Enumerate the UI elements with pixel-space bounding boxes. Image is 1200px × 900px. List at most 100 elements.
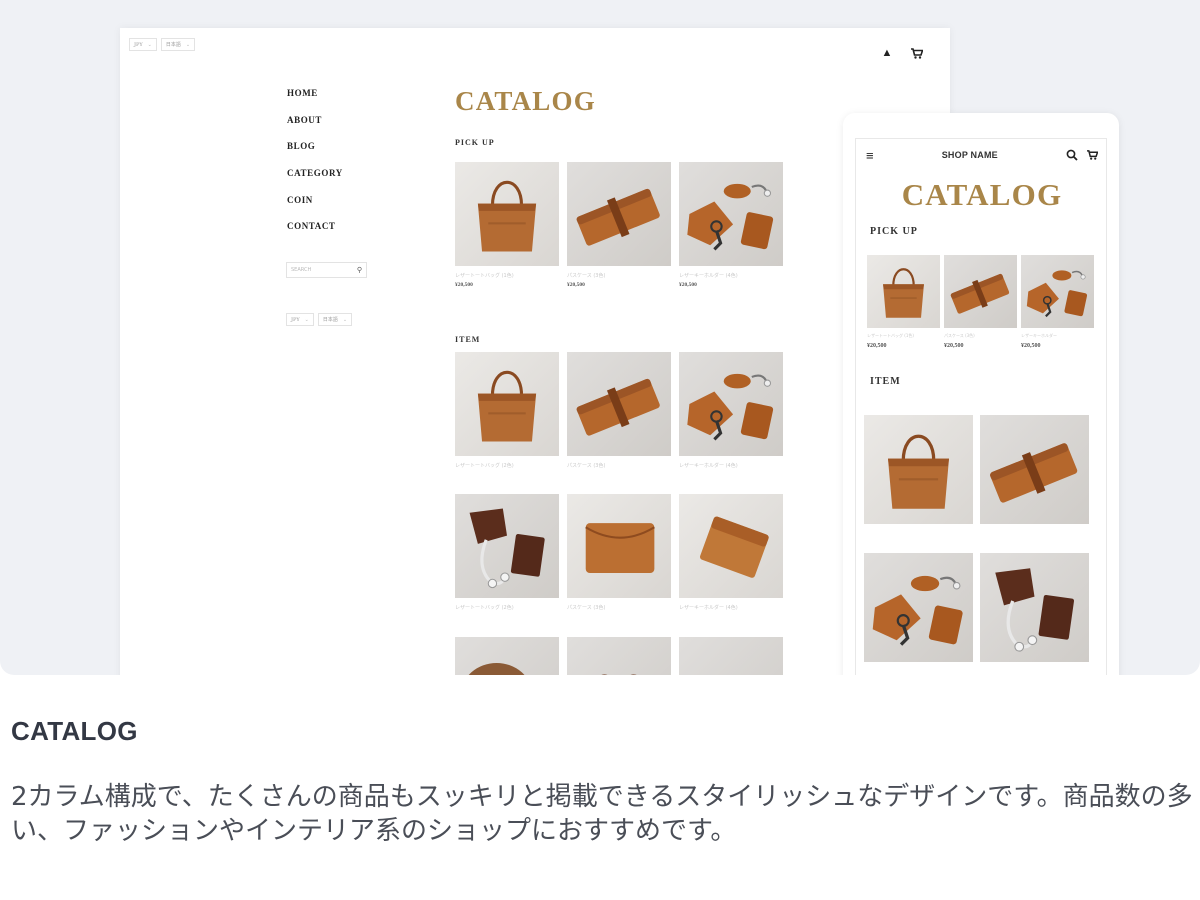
nav-coin[interactable]: COIN <box>287 195 343 222</box>
sidebar-selects: JPY ⌄ 日本語 ⌄ <box>286 313 353 326</box>
product-price: ¥20,500 <box>944 343 964 349</box>
nav-contact[interactable]: CONTACT <box>287 221 343 248</box>
product-image-cord-case[interactable] <box>980 553 1089 662</box>
desktop-mockup: JPY ⌄ 日本語 ⌄ ▲ HOME ABOUT BLOG CATEGORY COI… <box>120 28 950 675</box>
item-grid-row-1: レザートートバッグ (2色) パスケース (3色) レザーキーホルダー (4色) <box>455 352 783 470</box>
pickup-heading: PICK UP <box>455 138 495 147</box>
menu-icon[interactable]: ≡ <box>866 148 874 163</box>
cart-icon[interactable] <box>906 42 928 64</box>
currency-select[interactable]: JPY ⌄ <box>129 38 157 51</box>
mobile-pickup-heading: PICK UP <box>870 226 918 237</box>
product-image-wallet[interactable] <box>567 494 671 598</box>
product-price: ¥20,500 <box>455 282 473 288</box>
product-price: ¥20,500 <box>567 282 585 288</box>
mobile-item-heading: ITEM <box>870 376 901 387</box>
page-title: CATALOG <box>455 86 596 116</box>
sidebar-currency-select[interactable]: JPY ⌄ <box>286 313 314 326</box>
user-icon[interactable]: ▲ <box>876 42 898 64</box>
product-price: ¥20,500 <box>867 343 887 349</box>
product-card[interactable]: レザーキーホルダー ¥20,500 <box>1021 255 1094 349</box>
mobile-pickup-grid: レザートートバッグ (1色) ¥20,500 パスケース (3色) ¥20,50… <box>867 255 1094 349</box>
product-image-roll-case[interactable] <box>567 162 671 266</box>
product-name[interactable]: パスケース (3色) <box>944 333 1017 339</box>
product-name[interactable]: レザーキーホルダー (4色) <box>679 604 783 612</box>
product-card[interactable]: レザートートバッグ (2色) <box>455 352 559 470</box>
product-image-roll-case[interactable] <box>567 352 671 456</box>
product-card[interactable]: レザートートバッグ (1色) ¥20,500 <box>455 162 559 288</box>
product-image-tote-bag[interactable] <box>455 352 559 456</box>
chevron-down-icon: ⌄ <box>185 41 191 48</box>
desktop-nav: HOME ABOUT BLOG CATEGORY COIN CONTACT <box>287 88 343 248</box>
item-grid-row-3 <box>455 637 783 675</box>
product-image-key-holder[interactable] <box>1021 255 1094 328</box>
header-selects: JPY ⌄ 日本語 ⌄ <box>129 38 196 51</box>
mobile-header-icons <box>1066 149 1098 161</box>
product-image-cord-case[interactable] <box>455 494 559 598</box>
product-card[interactable]: パスケース (3色) <box>567 352 671 470</box>
product-name[interactable]: レザートートバッグ (2色) <box>455 462 559 470</box>
product-image-card-case[interactable] <box>679 494 783 598</box>
product-image-tote-bag[interactable] <box>455 162 559 266</box>
product-image-tote-bag[interactable] <box>867 255 940 328</box>
product-name[interactable]: レザートートバッグ (1色) <box>867 333 940 339</box>
product-name[interactable]: パスケース (3色) <box>567 462 671 470</box>
item-heading: ITEM <box>455 335 481 344</box>
search-icon[interactable] <box>1066 149 1078 161</box>
product-image-tray[interactable] <box>679 637 783 675</box>
product-image-key-holder[interactable] <box>679 162 783 266</box>
cart-icon[interactable] <box>1087 150 1098 160</box>
product-card[interactable]: レザートートバッグ (2色) <box>455 494 559 612</box>
language-select[interactable]: 日本語 ⌄ <box>160 38 196 51</box>
product-name[interactable]: レザーキーホルダー (4色) <box>679 272 783 280</box>
mobile-page-title: CATALOG <box>901 177 1063 212</box>
product-name[interactable]: レザーキーホルダー (4色) <box>679 462 783 470</box>
currency-select-value: JPY <box>134 41 143 48</box>
template-description: 2カラム構成で、たくさんの商品もスッキリと掲載できるスタイリッシュなデザインです… <box>11 782 1193 846</box>
nav-blog[interactable]: BLOG <box>287 141 343 168</box>
product-price: ¥20,500 <box>1021 343 1041 349</box>
product-image-key-holder[interactable] <box>679 352 783 456</box>
mobile-mockup: ≡ SHOP NAME CATALOG PICK UP レザートートバッグ (1… <box>843 113 1119 675</box>
sidebar-language-value: 日本語 <box>322 317 338 323</box>
search-input[interactable]: SEARCH ⚲ <box>286 262 367 278</box>
product-card[interactable]: パスケース (3色) ¥20,500 <box>944 255 1017 349</box>
product-card[interactable]: レザートートバッグ (1色) ¥20,500 <box>867 255 940 349</box>
product-name[interactable]: レザートートバッグ (1色) <box>455 272 559 280</box>
product-name[interactable]: レザートートバッグ (2色) <box>455 604 559 612</box>
product-image-shoes[interactable] <box>567 637 671 675</box>
product-name[interactable]: パスケース (3色) <box>567 604 671 612</box>
template-preview: JPY ⌄ 日本語 ⌄ ▲ HOME ABOUT BLOG CATEGORY COI… <box>0 0 1200 675</box>
sidebar-currency-value: JPY <box>291 316 300 323</box>
item-grid-row-2: レザートートバッグ (2色) パスケース (3色) レザーキーホルダー (4色) <box>455 494 783 612</box>
product-image-roll-case[interactable] <box>944 255 1017 328</box>
product-image-rope[interactable] <box>455 637 559 675</box>
chevron-down-icon: ⌄ <box>342 316 348 323</box>
product-name[interactable]: パスケース (3色) <box>567 272 671 280</box>
pickup-grid: レザートートバッグ (1色) ¥20,500 パスケース (3色) ¥20,50… <box>455 162 783 288</box>
shop-name[interactable]: SHOP NAME <box>942 150 998 160</box>
product-image-key-holder[interactable] <box>864 553 973 662</box>
product-card[interactable]: レザーキーホルダー (4色) ¥20,500 <box>679 162 783 288</box>
product-image-tote-bag[interactable] <box>864 415 973 524</box>
nav-about[interactable]: ABOUT <box>287 115 343 142</box>
template-title: CATALOG <box>11 716 138 746</box>
product-image-roll-case[interactable] <box>980 415 1089 524</box>
header-icons: ▲ <box>876 42 928 64</box>
product-card[interactable]: レザーキーホルダー (4色) <box>679 352 783 470</box>
product-price: ¥20,500 <box>679 282 697 288</box>
product-name[interactable]: レザーキーホルダー <box>1021 333 1094 339</box>
search-placeholder: SEARCH <box>291 267 312 273</box>
product-card[interactable]: レザーキーホルダー (4色) <box>679 494 783 612</box>
product-card[interactable] <box>679 637 783 675</box>
chevron-down-icon: ⌄ <box>147 41 152 48</box>
search-icon[interactable]: ⚲ <box>357 266 362 274</box>
nav-home[interactable]: HOME <box>287 88 343 115</box>
language-select-value: 日本語 <box>165 42 181 48</box>
product-card[interactable]: パスケース (3色) ¥20,500 <box>567 162 671 288</box>
product-card[interactable] <box>567 637 671 675</box>
product-card[interactable] <box>455 637 559 675</box>
mobile-screen: ≡ SHOP NAME CATALOG PICK UP レザートートバッグ (1… <box>855 138 1107 675</box>
product-card[interactable]: パスケース (3色) <box>567 494 671 612</box>
sidebar-language-select[interactable]: 日本語 ⌄ <box>317 313 353 326</box>
nav-category[interactable]: CATEGORY <box>287 168 343 195</box>
